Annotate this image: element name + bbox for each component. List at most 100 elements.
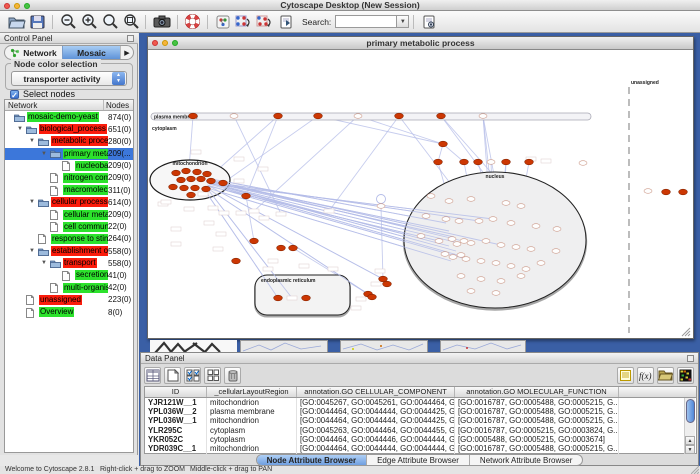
zoom-button[interactable] (24, 3, 30, 9)
window-controls[interactable] (4, 3, 30, 9)
column-header[interactable]: annotation.GO MOLECULAR_FUNCTION (455, 387, 619, 397)
tree-row[interactable]: unassigned223(0) (5, 294, 133, 306)
select-nodes-checkbox[interactable]: ✓ (10, 90, 19, 99)
status-text: Middle-click + drag to PAN (190, 466, 272, 473)
attr-table-icon[interactable] (144, 367, 161, 384)
control-panel-tabs: NetworkMosaic▶ (4, 45, 134, 60)
table-row[interactable]: YPL036W__1mitochondrion[GO:0044464, GO:0… (145, 416, 696, 425)
expand-arrow-icon[interactable]: ▼ (17, 126, 23, 132)
search-input[interactable] (335, 15, 397, 28)
file-icon (26, 308, 34, 318)
save-icon[interactable] (28, 13, 47, 31)
folder-icon (50, 149, 61, 158)
float-panel-icon[interactable] (687, 355, 694, 362)
attr-grid-icon[interactable] (204, 367, 221, 384)
minimize-button[interactable] (14, 3, 20, 9)
tree-row[interactable]: ▼primary metabol209(... (5, 148, 133, 160)
layout-b-icon[interactable] (255, 13, 274, 31)
tree-row[interactable]: Overview8(0) (5, 306, 133, 318)
toolbar-separator (177, 15, 178, 29)
zoom-out-icon[interactable] (58, 13, 77, 31)
zoom-fit-icon[interactable] (100, 13, 119, 31)
tree-row[interactable]: cell communicati22(0) (5, 221, 133, 233)
zoom-in-icon[interactable] (79, 13, 98, 31)
tab-network[interactable]: Network (5, 46, 62, 59)
tab-network-attribute-browser[interactable]: Network Attribute Browser (470, 455, 582, 465)
network-window-titlebar[interactable]: primary metabolic process (148, 37, 693, 50)
camera-icon[interactable] (151, 13, 172, 31)
close-button[interactable] (152, 40, 158, 46)
tab-edge-attribute-browser[interactable]: Edge Attribute Browser (367, 455, 470, 465)
tree-row[interactable]: ▼establishment of lo558(0) (5, 245, 133, 257)
scroll-up-button[interactable]: ▲ (685, 436, 695, 445)
new-doc-icon[interactable] (164, 367, 181, 384)
tree-row[interactable]: macromolecule311(0) (5, 184, 133, 196)
zoom-button[interactable] (172, 40, 178, 46)
formula-icon[interactable]: f(x) (637, 367, 654, 384)
tree-row[interactable]: multi-organism pro42(0) (5, 282, 133, 294)
expand-arrow-icon[interactable]: ▼ (41, 151, 47, 157)
table-row[interactable]: YDR039C__1mitochondrion[GO:0044464, GO:0… (145, 444, 696, 453)
minimize-button[interactable] (162, 40, 168, 46)
open-icon[interactable] (7, 13, 26, 31)
node-color-dropdown[interactable]: transporter activity ▲▼ (11, 71, 127, 86)
tab-node-attribute-browser[interactable]: Node Attribute Browser (257, 455, 368, 465)
close-button[interactable] (4, 3, 10, 9)
expand-arrow-icon[interactable]: ▼ (29, 248, 35, 254)
tab-mosaic[interactable]: Mosaic (62, 46, 120, 59)
zoom-selected-icon[interactable] (121, 13, 140, 31)
scroll-down-button[interactable]: ▼ (685, 445, 695, 454)
help-ring-icon[interactable] (183, 13, 202, 31)
table-row[interactable]: YPL036W__2plasma membrane[GO:0044464, GO… (145, 407, 696, 416)
toolbar-separator (145, 15, 146, 29)
more-tabs-arrow[interactable]: ▶ (120, 46, 133, 59)
tree-row[interactable]: response to stimulu264(0) (5, 233, 133, 245)
tree-row[interactable]: nitrogen compo209(0) (5, 172, 133, 184)
table-row[interactable]: YJR121W__1mitochondrion[GO:0045267, GO:0… (145, 398, 696, 407)
column-header[interactable]: annotation.GO CELLULAR_COMPONENT (297, 387, 455, 397)
file-icon (26, 295, 34, 305)
table-row[interactable]: YKR052Ccytoplasm[GO:0044464, GO:0044446,… (145, 435, 696, 444)
file-icon (50, 283, 58, 293)
tree-row[interactable]: ▼cellular process614(0) (5, 196, 133, 208)
table-header-row[interactable]: ID_cellularLayoutRegionannotation.GO CEL… (145, 387, 696, 398)
attribute-table: ID_cellularLayoutRegionannotation.GO CEL… (144, 386, 697, 454)
notes-icon[interactable] (617, 367, 634, 384)
control-panel: Control Panel NetworkMosaic▶ Node color … (0, 33, 138, 455)
expand-arrow-icon[interactable]: ▼ (41, 260, 47, 266)
scrollbar-thumb[interactable] (686, 399, 695, 423)
float-panel-icon[interactable] (127, 35, 134, 42)
search-dropdown-icon[interactable]: ▼ (397, 15, 409, 28)
layout-a-icon[interactable] (234, 13, 253, 31)
vizmapper-icon[interactable] (213, 13, 232, 31)
svg-text:unassigned: unassigned (631, 80, 659, 86)
table-row[interactable]: YLR295Ccytoplasm[GO:0045263, GO:0044464,… (145, 426, 696, 435)
doc-export-icon[interactable] (276, 13, 295, 31)
heatmap-icon[interactable] (677, 367, 694, 384)
column-header[interactable]: ID (145, 387, 207, 397)
tree-row[interactable]: ▼biological_process651(0) (5, 123, 133, 135)
select-attrs-icon[interactable] (184, 367, 201, 384)
status-text: Welcome to Cytoscape 2.8.1 (5, 466, 94, 473)
tree-row[interactable]: mosaic-demo-yeast874(0) (5, 111, 133, 123)
group-label: Node color selection (11, 59, 101, 69)
table-scrollbar[interactable]: ▲ ▼ (684, 398, 695, 454)
network-window-controls[interactable] (152, 40, 178, 46)
tree-header[interactable]: Network Nodes (5, 100, 133, 111)
expand-arrow-icon[interactable]: ▼ (29, 138, 35, 144)
search-label: Search: (302, 17, 331, 27)
svg-text:nucleus: nucleus (486, 174, 505, 180)
svg-text:f(x): f(x) (639, 371, 652, 381)
tree-row[interactable]: nucleobase-209(0) (5, 160, 133, 172)
column-header[interactable]: _cellularLayoutRegion (207, 387, 297, 397)
folder-open-icon[interactable] (657, 367, 674, 384)
network-canvas[interactable]: plasma membranecytoplasmmitochondrionnuc… (149, 51, 692, 338)
tree-row[interactable]: ▼transport558(0) (5, 257, 133, 269)
network-view-window: primary metabolic process plasma membran… (147, 36, 694, 339)
tree-row[interactable]: ▼metabolic process280(0) (5, 135, 133, 147)
doc-index-icon[interactable] (419, 13, 438, 31)
tree-row[interactable]: secretion41(0) (5, 269, 133, 281)
tree-row[interactable]: cellular metabol209(0) (5, 209, 133, 221)
trash-icon[interactable] (224, 367, 241, 384)
expand-arrow-icon[interactable]: ▼ (29, 199, 35, 205)
